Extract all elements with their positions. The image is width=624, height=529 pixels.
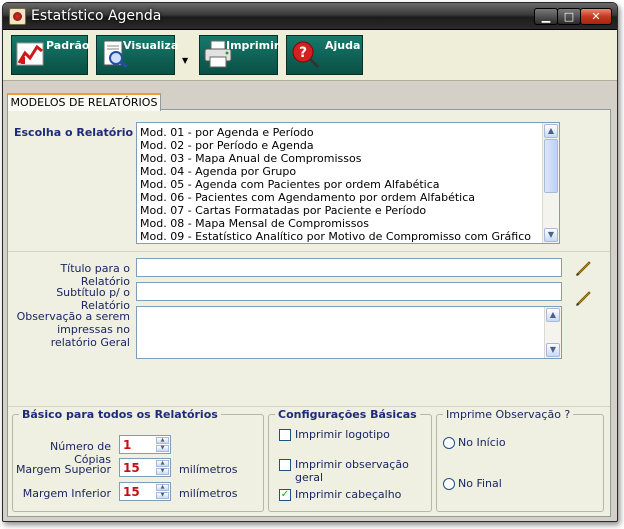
- report-list-scrollbar[interactable]: ▲ ▼: [542, 123, 559, 243]
- red-chart-icon: [16, 42, 44, 66]
- app-icon: [9, 8, 26, 25]
- report-list-item[interactable]: Mod. 05 - Agenda com Pacientes por ordem…: [140, 178, 531, 191]
- spin-down-button[interactable]: ▼: [156, 492, 169, 499]
- section-divider: [8, 251, 610, 252]
- title-input[interactable]: [136, 258, 562, 277]
- report-list-item[interactable]: Mod. 04 - Agenda por Grupo: [140, 165, 531, 178]
- scroll-thumb[interactable]: [544, 139, 558, 193]
- report-listbox[interactable]: Mod. 01 - por Agenda e Período Mod. 02 - …: [136, 122, 560, 244]
- spin-down-button[interactable]: ▼: [156, 468, 169, 475]
- ajuda-label: Ajuda: [325, 39, 361, 52]
- report-list-item[interactable]: Mod. 07 - Cartas Formatadas por Paciente…: [140, 204, 531, 217]
- app-window: Estatístico Agenda ▁ □ ✕ Padrão Visualiz…: [2, 2, 618, 522]
- logo-checkbox[interactable]: [279, 429, 291, 441]
- spin-down-button[interactable]: ▼: [156, 445, 169, 452]
- copies-value: 1: [123, 438, 132, 452]
- print-observation-title: Imprime Observação ?: [443, 408, 574, 421]
- bottom-margin-unit: milímetros: [179, 487, 238, 500]
- close-button[interactable]: ✕: [580, 8, 612, 25]
- spin-up-button[interactable]: ▲: [156, 484, 169, 491]
- spin-up-button[interactable]: ▲: [156, 460, 169, 467]
- final-radio[interactable]: [443, 478, 455, 490]
- final-radio-label: No Final: [458, 477, 502, 490]
- imprimir-label: Imprimir: [226, 39, 280, 52]
- visualiza-label: Visualiza: [123, 39, 179, 52]
- top-margin-spinner[interactable]: 15 ▲ ▼: [119, 458, 171, 477]
- top-margin-label: Margem Superior: [15, 463, 111, 476]
- padrao-button[interactable]: Padrão: [11, 35, 90, 75]
- observation-textarea[interactable]: ▲ ▼: [136, 306, 562, 359]
- basic-all-title: Básico para todos os Relatórios: [19, 408, 221, 421]
- paint-brush-icon[interactable]: [574, 289, 592, 307]
- visualiza-button[interactable]: Visualiza: [96, 35, 179, 75]
- observation-checkbox[interactable]: [279, 459, 291, 471]
- basic-all-group: Básico para todos os Relatórios Número d…: [12, 408, 264, 512]
- visualiza-dropdown-arrow[interactable]: ▼: [182, 56, 188, 65]
- scroll-down-arrow[interactable]: ▼: [544, 228, 558, 242]
- title-field-label: Título para o Relatório: [60, 262, 130, 288]
- inicio-radio-label: No Início: [458, 436, 506, 449]
- header-checkbox[interactable]: ✓: [279, 489, 291, 501]
- scroll-up-arrow[interactable]: ▲: [544, 124, 558, 138]
- basic-config-group: Configurações Básicas Imprimir logotipo …: [268, 408, 432, 512]
- tab-modelos-de-relatorios[interactable]: MODELOS DE RELATÓRIOS: [7, 93, 161, 111]
- bottom-margin-label: Margem Inferior: [22, 487, 111, 500]
- observation-scrollbar[interactable]: ▲ ▼: [544, 307, 561, 358]
- report-list-item[interactable]: Mod. 01 - por Agenda e Período: [140, 126, 531, 139]
- report-list-item[interactable]: Mod. 03 - Mapa Anual de Compromissos: [140, 152, 531, 165]
- toolbar: Padrão Visualiza ▼ Imprimir ? Ajuda: [3, 30, 617, 81]
- maximize-button[interactable]: □: [557, 8, 581, 25]
- top-margin-value: 15: [123, 461, 140, 475]
- title-bar[interactable]: Estatístico Agenda ▁ □ ✕: [3, 3, 617, 30]
- paint-brush-icon[interactable]: [574, 259, 592, 277]
- top-margin-unit: milímetros: [179, 463, 238, 476]
- header-checkbox-label: Imprimir cabeçalho: [295, 488, 402, 501]
- bottom-margin-spinner[interactable]: 15 ▲ ▼: [119, 482, 171, 501]
- basic-config-title: Configurações Básicas: [275, 408, 420, 421]
- help-magnifier-icon: ?: [292, 41, 320, 69]
- spin-up-button[interactable]: ▲: [156, 437, 169, 444]
- minimize-button[interactable]: ▁: [534, 8, 558, 25]
- report-list-item[interactable]: Mod. 08 - Mapa Mensal de Compromissos: [140, 217, 531, 230]
- observation-checkbox-label: Imprimir observação geral: [295, 458, 409, 484]
- subtitle-input[interactable]: [136, 282, 562, 301]
- section-divider: [8, 406, 610, 407]
- report-list-item[interactable]: Mod. 09 - Estatístico Analítico por Moti…: [140, 230, 531, 243]
- padrao-label: Padrão: [46, 39, 90, 52]
- bottom-margin-value: 15: [123, 485, 140, 499]
- scroll-down-arrow[interactable]: ▼: [546, 343, 560, 357]
- report-panel: Escolha o Relatório Mod. 01 - por Agenda…: [7, 109, 611, 517]
- imprimir-button[interactable]: Imprimir: [199, 35, 280, 75]
- window-title: Estatístico Agenda: [31, 8, 162, 24]
- svg-text:?: ?: [299, 45, 307, 61]
- report-list-item[interactable]: Mod. 02 - por Período e Agenda: [140, 139, 531, 152]
- print-observation-group: Imprime Observação ? No Início No Final: [436, 408, 604, 512]
- report-list-item[interactable]: Mod. 06 - Pacientes com Agendamento por …: [140, 191, 531, 204]
- logo-checkbox-label: Imprimir logotipo: [295, 428, 390, 441]
- inicio-radio[interactable]: [443, 437, 455, 449]
- scroll-up-arrow[interactable]: ▲: [546, 308, 560, 322]
- copies-spinner[interactable]: 1 ▲ ▼: [119, 435, 171, 454]
- ajuda-button[interactable]: ? Ajuda: [286, 35, 363, 75]
- report-select-label: Escolha o Relatório: [14, 126, 134, 139]
- observation-field-label: Observação a serem impressas no relatóri…: [16, 310, 130, 349]
- subtitle-field-label: Subtítulo p/ o Relatório: [56, 286, 130, 312]
- report-list-items: Mod. 01 - por Agenda e Período Mod. 02 - …: [140, 126, 531, 243]
